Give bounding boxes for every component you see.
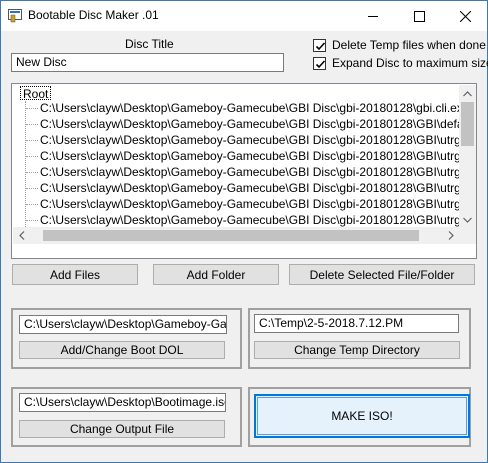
scroll-down-icon[interactable] [459,211,476,228]
expand-disc-checkbox[interactable] [313,56,326,70]
delete-temp-label: Delete Temp files when done [332,38,486,52]
scroll-right-icon[interactable] [442,227,459,244]
delete-selected-button[interactable]: Delete Selected File/Folder [289,264,475,285]
tree-item[interactable]: C:\Users\clayw\Desktop\Gameboy-Gamecube\… [26,116,476,132]
tree-vertical-scrollbar[interactable] [459,85,476,228]
temp-directory-path-field[interactable]: C:\Temp\2-5-2018.7.12.PM [254,314,459,333]
tree-item[interactable]: C:\Users\clayw\Desktop\Gameboy-Gamecube\… [26,196,476,212]
tree-horizontal-scrollbar[interactable] [13,227,459,244]
delete-temp-option[interactable]: Delete Temp files when done [313,38,486,52]
disc-title-label: Disc Title [125,37,174,51]
maximize-button[interactable] [396,1,442,31]
disc-title-input[interactable]: New Disc [11,53,284,72]
vertical-scroll-thumb[interactable] [461,102,474,146]
delete-temp-checkbox[interactable] [313,38,326,52]
tree-root-node[interactable]: Root [20,86,52,101]
horizontal-scroll-thumb[interactable] [43,230,419,241]
maximize-icon [413,10,425,22]
expand-disc-label: Expand Disc to maximum size [332,56,488,70]
checkmark-icon [315,41,326,50]
tree-item[interactable]: C:\Users\clayw\Desktop\Gameboy-Gamecube\… [26,100,476,116]
output-path-field[interactable]: C:\Users\clayw\Desktop\Bootimage.iso [19,393,226,412]
tree-item[interactable]: C:\Users\clayw\Desktop\Gameboy-Gamecube\… [26,132,476,148]
title-bar[interactable]: Bootable Disc Maker .01 [1,1,487,31]
minimize-button[interactable] [350,1,396,31]
scroll-corner [459,227,476,244]
tree-item[interactable]: C:\Users\clayw\Desktop\Gameboy-Gamecube\… [26,180,476,196]
scroll-up-icon[interactable] [459,85,476,102]
close-icon [459,10,471,22]
change-boot-dol-button[interactable]: Add/Change Boot DOL [19,341,225,359]
expand-disc-option[interactable]: Expand Disc to maximum size [313,56,488,70]
add-folder-button[interactable]: Add Folder [153,264,279,285]
add-files-button[interactable]: Add Files [12,264,138,285]
tree-item[interactable]: C:\Users\clayw\Desktop\Gameboy-Gamecube\… [26,164,476,180]
minimize-icon [367,15,378,17]
tree-item[interactable]: C:\Users\clayw\Desktop\Gameboy-Gamecube\… [26,212,476,228]
make-iso-button[interactable]: MAKE ISO! [254,394,470,438]
change-temp-directory-button[interactable]: Change Temp Directory [254,341,460,359]
app-icon [8,9,22,23]
close-button[interactable] [442,1,488,31]
tree-item[interactable]: C:\Users\clayw\Desktop\Gameboy-Gamecube\… [26,148,476,164]
change-output-file-button[interactable]: Change Output File [19,420,225,438]
file-tree[interactable]: Root C:\Users\clayw\Desktop\Gameboy-Game… [11,83,477,259]
app-window: Bootable Disc Maker .01 Disc Title New D… [0,0,488,463]
window-title: Bootable Disc Maker .01 [28,8,159,22]
scroll-left-icon[interactable] [13,227,30,244]
checkmark-icon [315,59,326,68]
boot-dol-path-field[interactable]: C:\Users\clayw\Desktop\Gameboy-Gamecube\ [19,315,227,334]
